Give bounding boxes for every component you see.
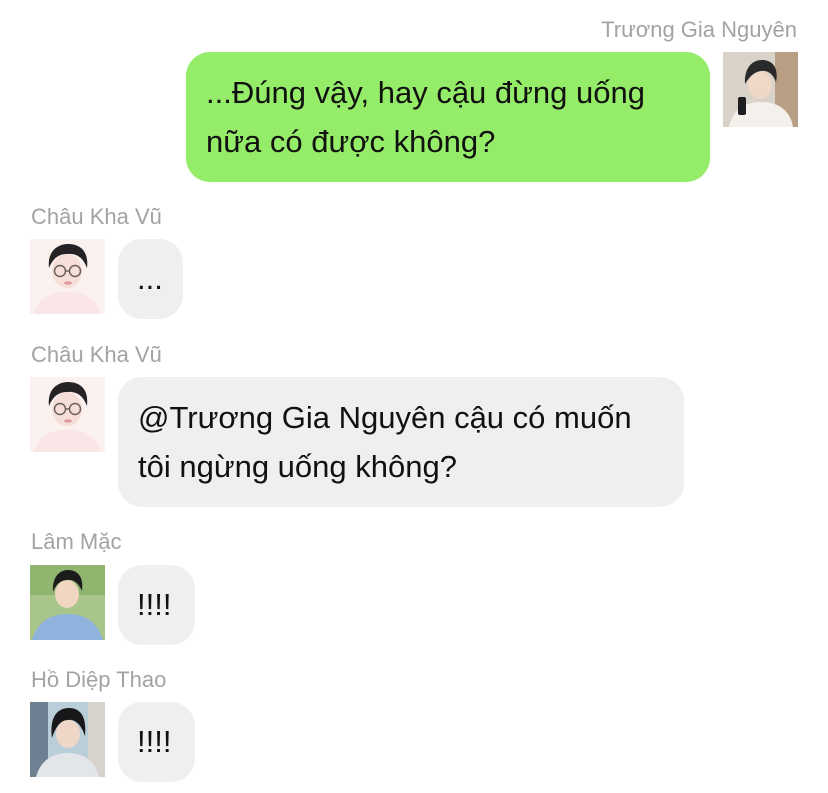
sender-name: Châu Kha Vũ xyxy=(31,204,162,229)
message-bubble: @Trương Gia Nguyên cậu có muốn tôi ngừng… xyxy=(118,377,684,507)
message-bubble: !!!! xyxy=(118,565,195,645)
boy-glasses-avatar-icon xyxy=(30,239,105,314)
boy-dark-hair-avatar-icon xyxy=(30,702,105,777)
boy-glasses-avatar-icon xyxy=(30,377,105,452)
avatar[interactable] xyxy=(30,377,105,452)
boy-white-shirt-avatar-icon xyxy=(723,52,798,127)
boy-blue-shirt-avatar-icon xyxy=(30,565,105,640)
avatar[interactable] xyxy=(30,565,105,640)
sender-name: Hồ Diệp Thao xyxy=(31,667,167,692)
message-bubble: ... xyxy=(118,239,183,319)
avatar[interactable] xyxy=(723,52,798,127)
sender-name: Châu Kha Vũ xyxy=(31,342,162,367)
avatar[interactable] xyxy=(30,702,105,777)
message-bubble: !!!! xyxy=(118,702,195,782)
sender-name: Trương Gia Nguyên xyxy=(601,17,797,42)
sender-name: Lâm Mặc xyxy=(31,529,122,554)
avatar[interactable] xyxy=(30,239,105,314)
message-bubble: ...Đúng vậy, hay cậu đừng uống nữa có đư… xyxy=(186,52,710,182)
